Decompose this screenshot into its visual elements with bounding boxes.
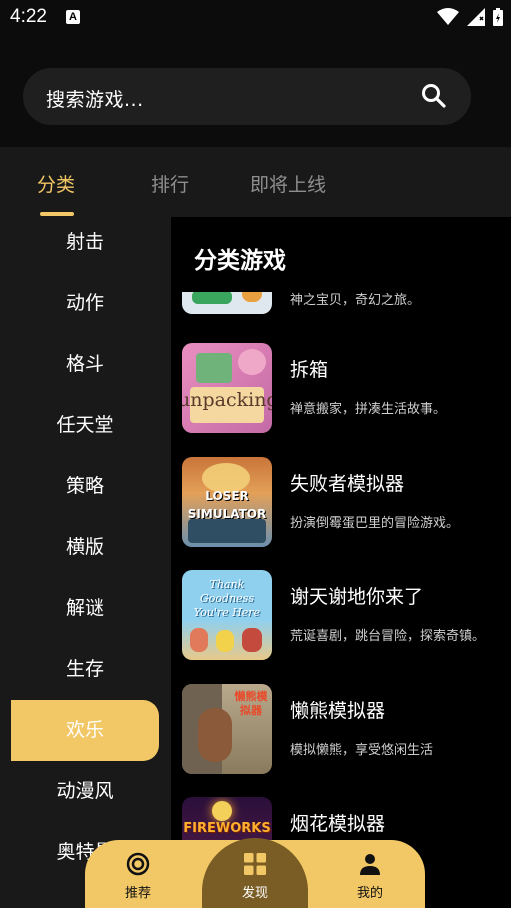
grid-icon [244,853,266,875]
tab-bar: 分类 排行 即将上线 [0,147,511,217]
game-item[interactable]: LOSER SIMULATOR 失败者模拟器 扮演倒霉蛋巴里的冒险游戏。 [182,457,502,549]
game-title: 谢天谢地你来了 [290,586,424,608]
game-item[interactable]: Thank Goodness You're Here 谢天谢地你来了 荒诞喜剧，… [182,570,502,662]
tab-indicator [40,212,74,216]
game-thumbnail: unpacking [182,343,272,433]
game-thumbnail: LOSER SIMULATOR [182,457,272,547]
category-sidebar: 射击 动作 格斗 任天堂 策略 横版 解谜 生存 欢乐 动漫风 奥特曼 [0,217,171,908]
target-icon [126,852,150,876]
game-title: 失败者模拟器 [290,473,405,495]
game-item[interactable]: unpacking 拆箱 禅意搬家，拼凑生活故事。 [182,343,502,435]
game-description: 模拟懒熊，享受悠闲生活 [290,743,434,758]
page-title: 分类游戏 [194,248,286,274]
category-item[interactable]: 横版 [11,517,159,578]
search-icon[interactable] [421,83,447,109]
thumbnail-text: 懒熊模拟器 [234,690,268,717]
thumbnail-text: unpacking [182,389,272,411]
status-bar: 4:22 A [0,0,511,34]
thumbnail-text: FIREWORKS [183,821,271,836]
tab-upcoming[interactable]: 即将上线 [250,170,326,197]
game-description: 荒诞喜剧，跳台冒险，探索奇镇。 [290,629,486,644]
nav-mine[interactable]: 我的 [330,840,410,908]
game-description: 神之宝贝，奇幻之旅。 [290,293,421,308]
category-item[interactable]: 任天堂 [11,395,159,456]
tab-ranking[interactable]: 排行 [151,170,189,197]
game-description: 扮演倒霉蛋巴里的冒险游戏。 [290,516,460,531]
category-item[interactable]: 射击 [11,217,159,273]
category-item[interactable]: 解谜 [11,578,159,639]
game-list-panel: 分类游戏 神之宝贝，奇幻之旅。 unpacking 拆箱 禅意搬家，拼凑生活故事… [171,217,511,908]
thumbnail-text: LOSER SIMULATOR [187,489,267,521]
nav-label: 发现 [241,886,268,901]
game-title: 拆箱 [290,359,329,381]
wifi-icon [437,8,459,25]
game-title: 烟花模拟器 [290,813,386,835]
category-item[interactable]: 格斗 [11,334,159,395]
nav-recommend[interactable]: 推荐 [98,840,178,908]
app-badge-icon: A [66,10,80,24]
nav-label: 我的 [356,886,383,901]
category-item[interactable]: 策略 [11,456,159,517]
person-icon [360,854,380,875]
game-title: 懒熊模拟器 [290,700,386,722]
game-item[interactable]: 懒熊模拟器 懒熊模拟器 模拟懒熊，享受悠闲生活 [182,684,502,776]
category-item[interactable]: 动漫风 [11,761,159,822]
signal-icon [467,8,485,26]
search-bar[interactable]: 搜索游戏... [23,68,471,125]
nav-label: 推荐 [124,886,151,901]
search-input[interactable]: 搜索游戏... [46,85,144,112]
game-description: 禅意搬家，拼凑生活故事。 [290,402,447,417]
game-thumbnail: 懒熊模拟器 [182,684,272,774]
category-item-active[interactable]: 欢乐 [11,700,159,761]
status-time: 4:22 [10,6,47,27]
category-item[interactable]: 生存 [11,639,159,700]
category-item[interactable]: 动作 [11,273,159,334]
thumbnail-text: Thank Goodness You're Here [193,578,261,619]
tab-category[interactable]: 分类 [37,170,75,197]
game-thumbnail: Thank Goodness You're Here [182,570,272,660]
battery-icon [493,8,503,26]
